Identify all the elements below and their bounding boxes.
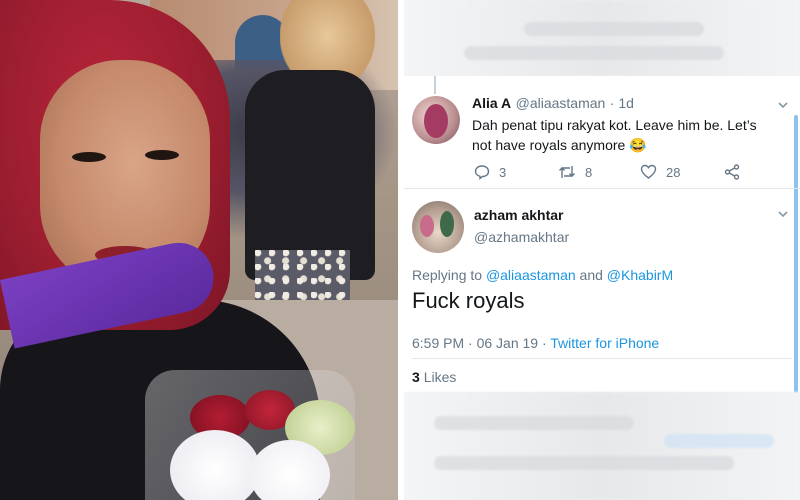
like-count: 28 [666, 164, 681, 180]
display-name[interactable]: azham akhtar [474, 207, 563, 223]
blurred-footer [404, 392, 800, 500]
tweet-actions: 3 8 28 [472, 163, 772, 181]
timestamp[interactable]: · 1d [610, 95, 634, 111]
retweet-count: 8 [585, 164, 593, 180]
left-eye [72, 152, 106, 162]
flower-bouquet [135, 370, 375, 500]
thread-line [434, 76, 436, 94]
like-button[interactable]: 28 [640, 163, 680, 181]
handle[interactable]: @azhamakhtar [474, 229, 569, 245]
tweet-time[interactable]: 6:59 PM · 06 Jan 19 · [412, 335, 547, 351]
tweet-card: Alia A @aliaastaman · 1d Dah penat tipu … [404, 76, 800, 393]
handle[interactable]: @aliaastaman [516, 95, 606, 111]
right-eye [145, 150, 179, 160]
heart-icon [640, 164, 657, 179]
mention-link[interactable]: @KhabirM [607, 267, 673, 283]
avatar[interactable] [412, 96, 460, 144]
replying-label: Replying to [412, 267, 483, 283]
display-name[interactable]: Alia A [472, 95, 511, 111]
mention-link[interactable]: @aliaastaman [486, 267, 576, 283]
tweet-header: Alia A @aliaastaman · 1d [472, 95, 634, 113]
white-flower [170, 430, 260, 500]
replying-and: and [579, 267, 603, 283]
separator [412, 358, 792, 359]
retweet-button[interactable]: 8 [558, 163, 592, 181]
reply-icon [474, 165, 490, 180]
tweet-source[interactable]: Twitter for iPhone [550, 335, 659, 351]
tweet-screenshot: Alia A @aliaastaman · 1d Dah penat tipu … [404, 0, 800, 500]
background-person-cardigan [245, 70, 375, 280]
tweet-meta: 6:59 PM · 06 Jan 19 · Twitter for iPhone [412, 335, 659, 351]
likes-label: Likes [423, 369, 457, 385]
retweet-icon [559, 166, 575, 178]
main-tweet[interactable]: azham akhtar @azhamakhtar Replying to @a… [404, 189, 800, 392]
replying-to: Replying to @aliaastaman and @KhabirM [412, 267, 673, 283]
likes-summary[interactable]: 3 Likes [412, 369, 456, 385]
reply-count: 3 [499, 164, 507, 180]
tweet-text: Dah penat tipu rakyat kot. Leave him be.… [472, 117, 757, 153]
reply-button[interactable]: 3 [474, 163, 506, 181]
reply-tweet[interactable]: Alia A @aliaastaman · 1d Dah penat tipu … [404, 76, 800, 189]
tweet-text: Fuck royals [412, 288, 525, 313]
likes-count: 3 [412, 369, 420, 385]
blurred-header [404, 0, 800, 76]
share-icon [724, 164, 740, 180]
chevron-down-icon[interactable] [778, 100, 788, 110]
chevron-down-icon[interactable] [778, 209, 788, 219]
share-button[interactable] [724, 163, 749, 181]
profile-photo [0, 0, 398, 500]
avatar[interactable] [412, 201, 464, 253]
